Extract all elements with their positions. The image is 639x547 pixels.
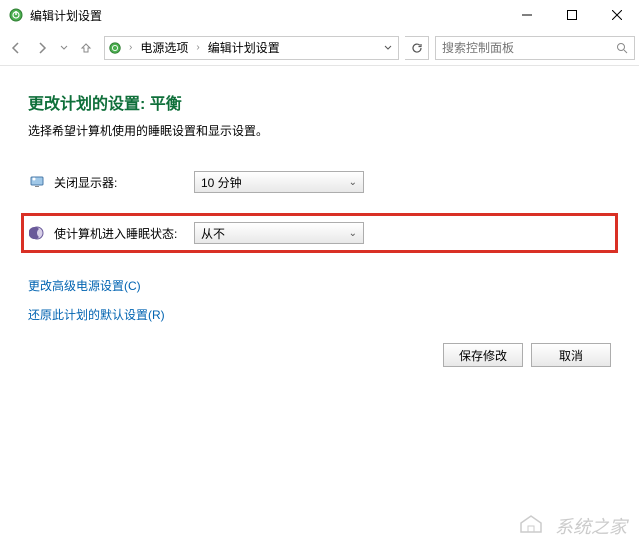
titlebar: 编辑计划设置	[0, 0, 639, 30]
up-button[interactable]	[74, 36, 98, 60]
watermark-icon	[518, 513, 544, 538]
app-icon	[8, 7, 24, 23]
save-button[interactable]: 保存修改	[443, 343, 523, 367]
footer-buttons: 保存修改 取消	[443, 343, 611, 367]
breadcrumb-power-options[interactable]: 电源选项	[136, 37, 192, 58]
monitor-icon	[28, 173, 46, 191]
chevron-down-icon: ⌄	[349, 177, 357, 188]
sleep-value: 从不	[201, 225, 225, 242]
navbar: › 电源选项 › 编辑计划设置	[0, 30, 639, 66]
setting-display-off: 关闭显示器: 10 分钟 ⌄	[28, 167, 611, 197]
display-off-select[interactable]: 10 分钟 ⌄	[194, 171, 364, 193]
refresh-button[interactable]	[405, 36, 429, 60]
location-icon	[105, 41, 125, 55]
maximize-button[interactable]	[549, 0, 594, 30]
sleep-select[interactable]: 从不 ⌄	[194, 222, 364, 244]
addressbar[interactable]: › 电源选项 › 编辑计划设置	[104, 36, 399, 60]
back-button[interactable]	[4, 36, 28, 60]
page-title: 更改计划的设置: 平衡	[28, 90, 611, 114]
breadcrumb-edit-plan[interactable]: 编辑计划设置	[204, 37, 284, 58]
content-area: 更改计划的设置: 平衡 选择希望计算机使用的睡眠设置和显示设置。 关闭显示器: …	[0, 66, 639, 359]
chevron-right-icon: ›	[192, 42, 203, 53]
advanced-settings-link[interactable]: 更改高级电源设置(C)	[28, 277, 611, 294]
searchbox	[435, 36, 635, 60]
links-section: 更改高级电源设置(C) 还原此计划的默认设置(R)	[28, 277, 611, 323]
watermark: 系统之家	[518, 513, 627, 539]
minimize-button[interactable]	[504, 0, 549, 30]
sleep-label: 使计算机进入睡眠状态:	[54, 225, 194, 242]
search-icon[interactable]	[610, 42, 634, 54]
search-input[interactable]	[436, 41, 610, 55]
window-controls	[504, 0, 639, 30]
forward-button[interactable]	[30, 36, 54, 60]
display-off-label: 关闭显示器:	[54, 174, 194, 191]
chevron-down-icon: ⌄	[349, 228, 357, 239]
restore-defaults-link[interactable]: 还原此计划的默认设置(R)	[28, 306, 611, 323]
close-button[interactable]	[594, 0, 639, 30]
page-subtitle: 选择希望计算机使用的睡眠设置和显示设置。	[28, 122, 611, 139]
history-dropdown[interactable]	[56, 36, 72, 60]
cancel-button[interactable]: 取消	[531, 343, 611, 367]
window-title: 编辑计划设置	[30, 7, 504, 24]
moon-icon	[28, 224, 46, 242]
address-dropdown[interactable]	[378, 44, 398, 52]
chevron-right-icon: ›	[125, 42, 136, 53]
display-off-value: 10 分钟	[201, 174, 242, 191]
setting-sleep: 使计算机进入睡眠状态: 从不 ⌄	[21, 213, 618, 253]
